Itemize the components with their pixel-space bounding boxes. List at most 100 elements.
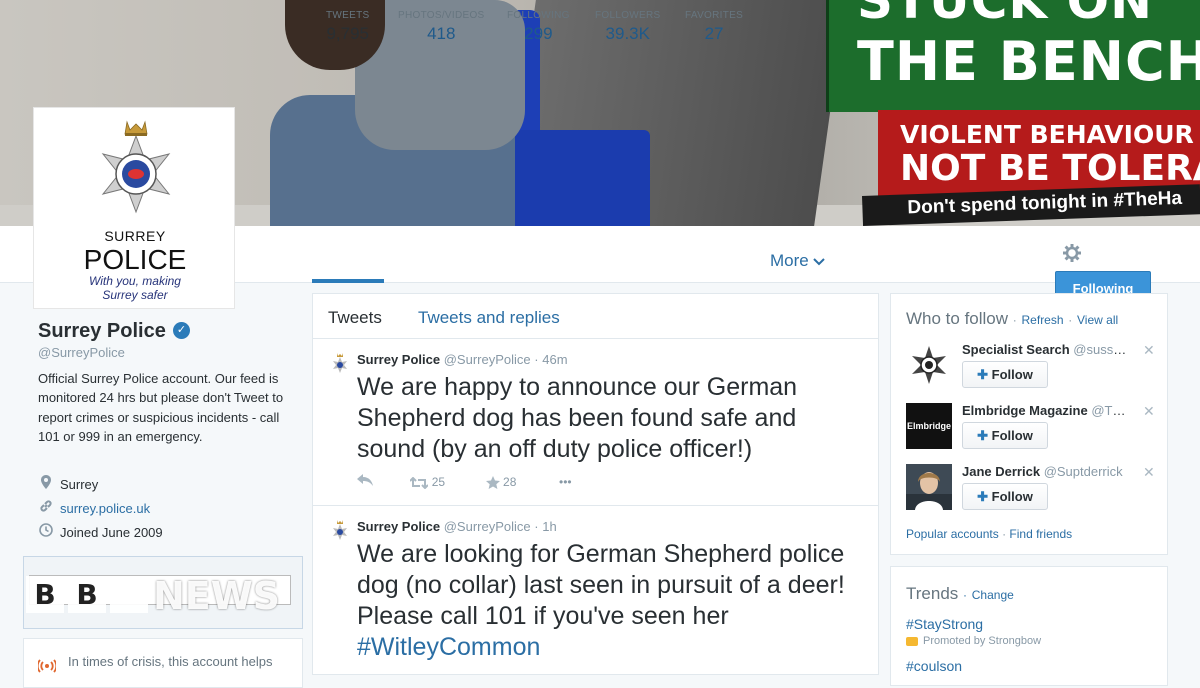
stat-label: FOLLOWERS [595, 10, 661, 21]
favorite-count: 28 [503, 475, 517, 489]
favorite-button[interactable]: 28 [485, 475, 556, 490]
follow-button[interactable]: ✚ Follow [962, 483, 1048, 510]
find-friends-link[interactable]: Find friends [1009, 527, 1072, 541]
who-to-follow-footer: Popular accounts · Find friends [906, 527, 1072, 541]
tweet-item[interactable]: Surrey Police @SurreyPolice · 1h We are … [313, 506, 878, 676]
tweet-author-handle[interactable]: @SurreyPolice [444, 352, 531, 367]
tweet-avatar-icon[interactable] [331, 353, 349, 373]
suggestion-display-name: Elmbridge Magazine [962, 403, 1088, 418]
title-separator: · [1068, 313, 1073, 327]
avatar-logo-text: Elmbridge [906, 421, 951, 431]
tweet-header: Surrey Police @SurreyPolice · 46m [357, 352, 568, 367]
suggestion-avatar[interactable]: Elmbridge [906, 403, 952, 449]
profile-card-police: POLICE [83, 244, 187, 275]
location-pin-icon [38, 475, 54, 492]
suggestion-handle: @Suptderrick [1043, 464, 1123, 479]
right-sidebar: Who to follow · Refresh · View all Speci… [890, 293, 1168, 686]
trend-item[interactable]: #StayStrong [906, 616, 983, 632]
stat-label: TWEETS [326, 10, 370, 21]
popular-accounts-link[interactable]: Popular accounts [906, 527, 999, 541]
suggestion-item: Jane Derrick @Suptderrick ✚ Follow ✕ [906, 464, 1161, 516]
tweet-hashtag[interactable]: #WitleyCommon [357, 633, 540, 661]
suggestion-name[interactable]: Elmbridge Magazine @Th… [962, 403, 1132, 418]
profile-avatar[interactable]: SURREY POLICE With you, making Surrey sa… [33, 107, 235, 309]
retweet-icon [409, 476, 430, 490]
promoted-text: Promoted by Strongbow [923, 635, 1042, 647]
crisis-notice: In times of crisis, this account helps [23, 638, 303, 688]
follow-label: Follow [991, 367, 1033, 382]
profile-handle[interactable]: @SurreyPolice [38, 345, 125, 360]
suggestion-avatar[interactable] [906, 464, 952, 510]
bbc-news-text: NEWS [153, 574, 281, 618]
trends-change-link[interactable]: Change [972, 588, 1014, 602]
tab-tweets[interactable]: Tweets [328, 308, 382, 328]
follow-button[interactable]: ✚ Follow [962, 422, 1048, 449]
suggestion-name[interactable]: Jane Derrick @Suptderrick [962, 464, 1132, 479]
stat-following[interactable]: FOLLOWING 299 [507, 10, 570, 44]
retweet-count: 25 [431, 475, 446, 489]
police-badge-icon [101, 120, 171, 214]
gear-icon[interactable] [1062, 243, 1082, 263]
bbc-letter-b2: B [68, 576, 106, 613]
active-tab-underline [312, 279, 384, 283]
stat-value: 9,795 [326, 24, 369, 43]
tweet-author-handle[interactable]: @SurreyPolice [444, 519, 531, 534]
tweet-text-body: We are looking for German Shepherd polic… [357, 540, 845, 630]
tweet-timestamp[interactable]: 46m [542, 352, 567, 367]
more-options-icon[interactable]: ••• [559, 475, 572, 489]
timeline-tabs: Tweets Tweets and replies [313, 294, 878, 339]
website-link[interactable]: surrey.police.uk [60, 501, 150, 516]
follow-button[interactable]: ✚ Follow [962, 361, 1048, 388]
trends-title: Trends [906, 584, 959, 603]
trends-module: Trends · Change #StayStrong Promoted by … [890, 566, 1168, 686]
suggestion-item: Specialist Search @susse… ✚ Follow ✕ [906, 342, 1161, 394]
stat-tweets[interactable]: TWEETS 9,795 [326, 10, 369, 44]
add-user-icon: ✚ [977, 489, 989, 504]
tweet-timestamp[interactable]: 1h [542, 519, 556, 534]
suggestion-name[interactable]: Specialist Search @susse… [962, 342, 1132, 357]
crisis-text: In times of crisis, this account helps [68, 654, 273, 669]
bbc-letter-b1: B [26, 576, 64, 613]
suggestion-avatar[interactable] [906, 342, 952, 388]
promoted-icon [906, 636, 918, 646]
link-icon [38, 499, 54, 516]
dismiss-icon[interactable]: ✕ [1143, 403, 1155, 420]
banner-sign-line2: THE BENCH [857, 30, 1200, 93]
retweet-button[interactable]: 25 [409, 475, 482, 490]
view-all-link[interactable]: View all [1077, 313, 1118, 327]
joined-text: Joined June 2009 [60, 525, 163, 540]
profile-card-tagline1: With you, making [89, 274, 181, 288]
who-to-follow-module: Who to follow · Refresh · View all Speci… [890, 293, 1168, 555]
add-user-icon: ✚ [977, 428, 989, 443]
broadcast-icon [36, 657, 58, 677]
profile-name[interactable]: Surrey Police [38, 320, 166, 343]
tweet-item[interactable]: Surrey Police @SurreyPolice · 46m We are… [313, 339, 878, 506]
dismiss-icon[interactable]: ✕ [1143, 342, 1155, 359]
more-menu[interactable]: More [770, 251, 826, 271]
stat-followers[interactable]: FOLLOWERS 39.3K [595, 10, 661, 44]
tweet-separator-dot: · [534, 352, 539, 367]
stat-photos-videos[interactable]: PHOTOS/VIDEOS 418 [398, 10, 485, 44]
footer-separator: · [1002, 527, 1007, 541]
dismiss-icon[interactable]: ✕ [1143, 464, 1155, 481]
verified-badge-icon: ✓ [173, 322, 190, 339]
banner-sign-line4: NOT BE TOLERA [900, 148, 1200, 189]
tweet-avatar-icon[interactable] [331, 520, 349, 540]
tweet-author-name[interactable]: Surrey Police [357, 352, 440, 367]
trend-item[interactable]: #coulson [906, 658, 962, 674]
stat-label: FAVORITES [685, 10, 744, 21]
who-to-follow-title: Who to follow [906, 309, 1009, 328]
tab-tweets-and-replies[interactable]: Tweets and replies [418, 308, 560, 328]
profile-location: Surrey [38, 475, 98, 492]
profile-bio: Official Surrey Police account. Our feed… [38, 371, 284, 444]
stat-favorites[interactable]: FAVORITES 27 [685, 10, 743, 44]
tweet-separator-dot: · [534, 519, 539, 534]
follow-label: Follow [991, 428, 1033, 443]
stat-label: PHOTOS/VIDEOS [398, 10, 485, 21]
reply-icon[interactable] [357, 474, 407, 489]
trends-header: Trends · Change [906, 584, 1014, 604]
stat-value: 418 [427, 24, 456, 43]
tweet-author-name[interactable]: Surrey Police [357, 519, 440, 534]
refresh-link[interactable]: Refresh [1022, 313, 1064, 327]
bbc-letter-c [110, 576, 148, 613]
